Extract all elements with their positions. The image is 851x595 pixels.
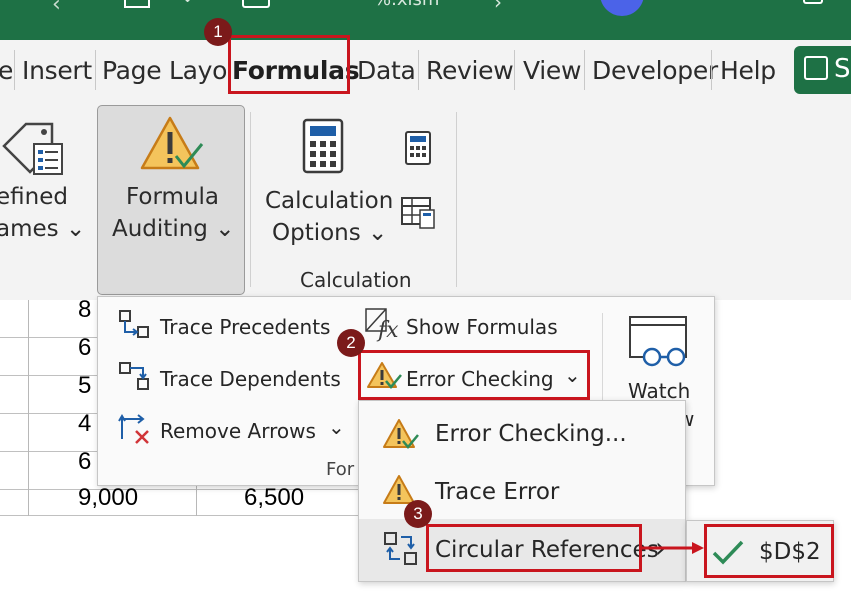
calculation-group-label: Calculation xyxy=(300,268,412,292)
print-icon[interactable] xyxy=(242,0,270,8)
tab-separator xyxy=(95,50,96,90)
undo-icon[interactable]: ‹ xyxy=(52,0,61,17)
share-button[interactable]: S xyxy=(794,46,851,94)
window-icon[interactable] xyxy=(803,0,823,4)
group-separator xyxy=(456,112,457,287)
calculator-icon[interactable] xyxy=(302,118,346,174)
trace-precedents-item[interactable]: Trace Precedents xyxy=(160,315,330,339)
share-icon xyxy=(804,56,828,80)
highlight-cell-reference xyxy=(704,524,834,578)
tab-separator xyxy=(514,50,515,90)
svg-text:fx: fx xyxy=(376,318,399,343)
cell-value[interactable]: 5 xyxy=(78,372,91,400)
cell-value[interactable]: 6,500 xyxy=(244,484,304,512)
show-formulas-icon: fx xyxy=(365,308,399,343)
arrow-right-icon xyxy=(642,542,704,554)
remove-arrows-icon xyxy=(118,414,149,444)
remove-arrows-item[interactable]: Remove Arrows xyxy=(160,419,316,443)
tab-data[interactable]: Data xyxy=(357,56,416,85)
error-checking-menu-item[interactable]: Error Checking... xyxy=(435,421,627,447)
share-label: S xyxy=(834,54,851,84)
tab-insert[interactable]: Insert xyxy=(22,56,92,85)
tab-separator xyxy=(418,50,419,90)
tab-page-layout[interactable]: Page Layo xyxy=(102,56,227,85)
ribbon-panel: efined ames ⌄ Formula Auditing ⌄ Calcula… xyxy=(0,100,851,300)
calculate-sheet-icon[interactable] xyxy=(400,196,436,229)
tab-separator xyxy=(711,50,712,90)
ribbon-tabs: e Insert Page Layo Formulas Data Review … xyxy=(0,40,851,100)
formula-auditing-button[interactable]: Formula Auditing ⌄ xyxy=(97,105,245,295)
formula-auditing-label-1: Formula xyxy=(126,184,219,210)
formula-auditing-label-2: Auditing ⌄ xyxy=(112,216,235,242)
trace-dependents-icon xyxy=(119,362,149,390)
watch-window-icon xyxy=(629,316,687,367)
show-formulas-item[interactable]: Show Formulas xyxy=(406,315,558,339)
defined-names-icon[interactable] xyxy=(2,114,66,178)
tab-separator xyxy=(14,50,15,90)
file-name: %.xlsm xyxy=(374,0,439,10)
highlight-circular-references xyxy=(426,524,642,572)
tab-separator xyxy=(584,50,585,90)
highlight-error-checking xyxy=(358,350,590,400)
tab-view[interactable]: View xyxy=(523,56,581,85)
tab-home-partial[interactable]: e xyxy=(0,56,13,85)
table-row xyxy=(0,516,360,554)
highlight-formulas-tab xyxy=(228,35,350,94)
trace-error-item[interactable]: Trace Error xyxy=(435,479,559,505)
trace-dependents-item[interactable]: Trace Dependents xyxy=(160,367,341,391)
tab-help[interactable]: Help xyxy=(720,56,776,85)
trace-precedents-icon xyxy=(119,310,149,338)
cell-value[interactable]: 6 xyxy=(78,334,91,362)
formula-auditing-group-label: For xyxy=(326,459,355,480)
chevron-down-icon[interactable]: ⌄ xyxy=(180,0,195,7)
warning-check-icon xyxy=(140,116,204,170)
calculation-options-label-1[interactable]: Calculation xyxy=(265,188,393,214)
column-divider xyxy=(28,300,29,516)
cell-value[interactable]: 4 xyxy=(78,410,91,438)
chevron-right-icon[interactable]: › xyxy=(494,0,502,14)
calculation-options-label-2[interactable]: Options ⌄ xyxy=(272,220,387,246)
step-badge-1: 1 xyxy=(204,18,232,46)
circular-references-icon xyxy=(384,532,417,565)
step-badge-2: 2 xyxy=(337,329,365,357)
cell-value[interactable]: 6 xyxy=(78,448,91,476)
defined-names-label-1[interactable]: efined xyxy=(0,184,68,210)
step-badge-3: 3 xyxy=(404,500,432,528)
cell-value[interactable]: 9,000 xyxy=(78,484,138,512)
avatar[interactable] xyxy=(600,0,644,16)
defined-names-label-2[interactable]: ames ⌄ xyxy=(0,216,85,242)
tab-developer[interactable]: Developer xyxy=(592,56,718,85)
error-checking-icon xyxy=(383,419,419,449)
title-bar: ‹ ⌄ %.xlsm › xyxy=(0,0,851,40)
cell-value[interactable]: 8 xyxy=(78,296,91,324)
group-separator xyxy=(250,112,251,287)
calculate-now-icon[interactable] xyxy=(404,130,432,166)
save-icon[interactable] xyxy=(124,0,150,8)
chevron-down-icon[interactable]: ⌄ xyxy=(328,415,345,439)
tab-review[interactable]: Review xyxy=(426,56,514,85)
